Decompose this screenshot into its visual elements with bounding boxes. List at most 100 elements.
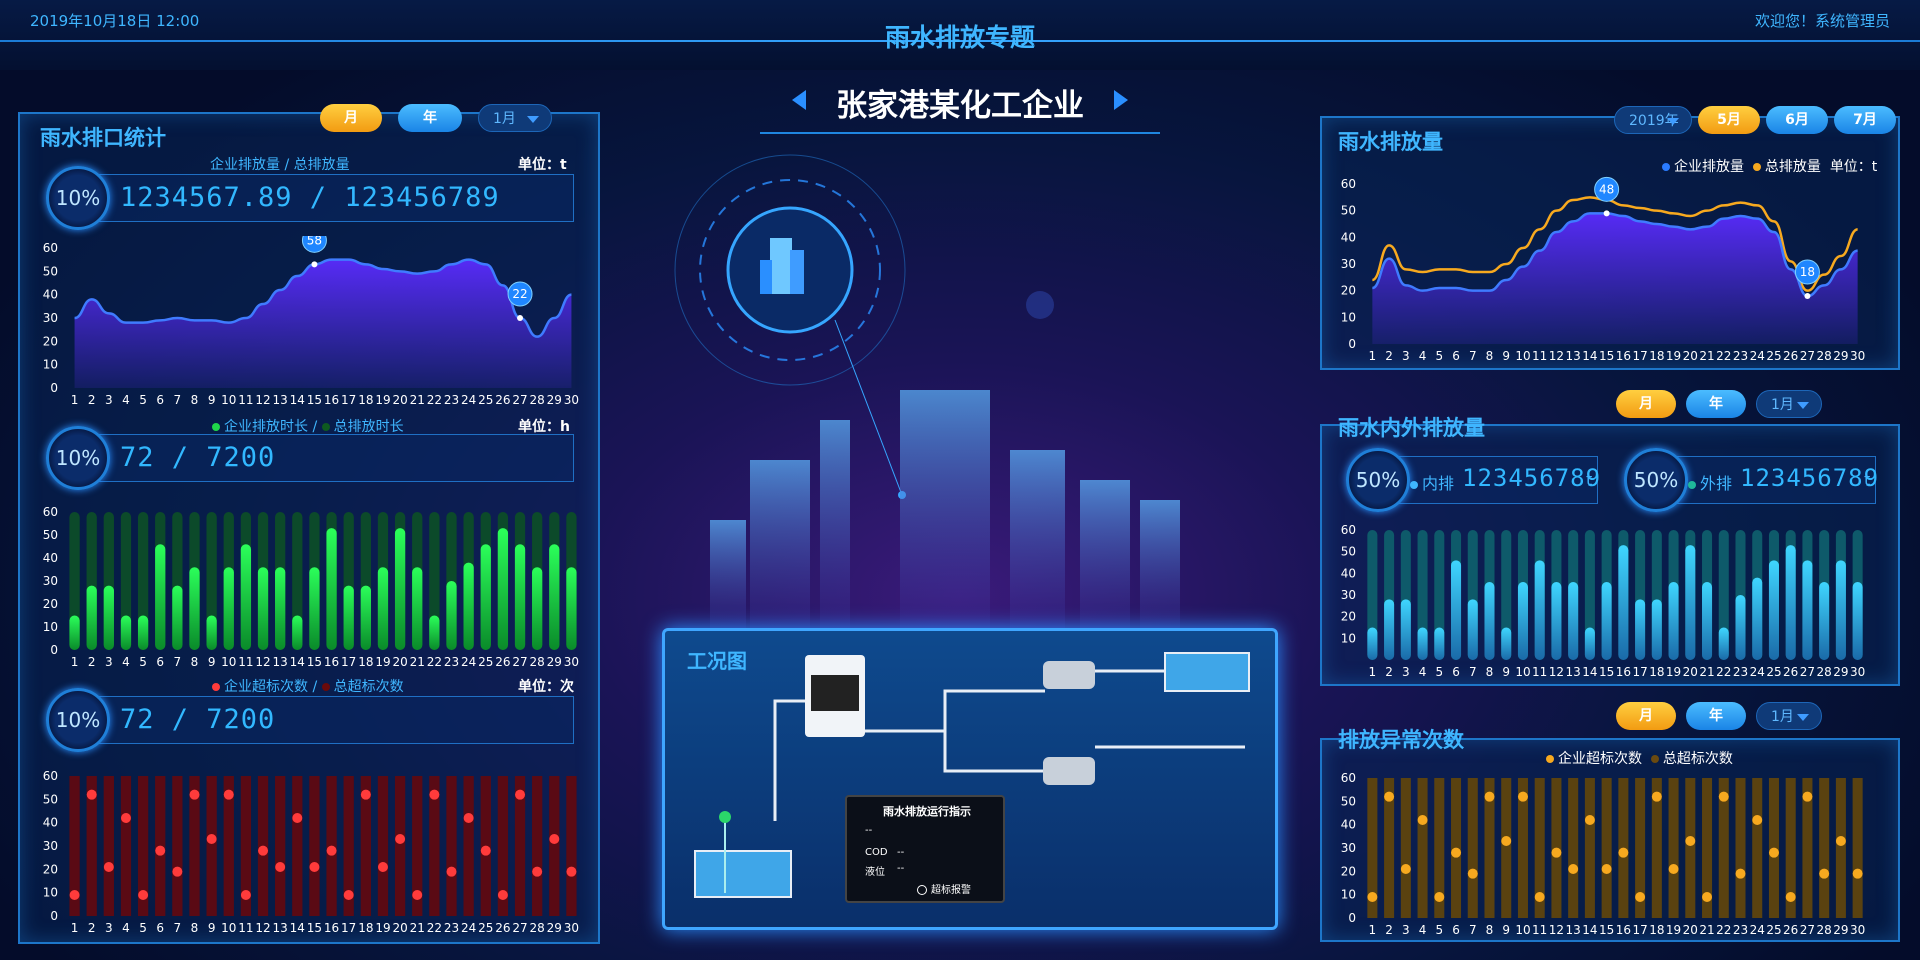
bar[interactable] (155, 544, 166, 650)
data-point[interactable] (1635, 892, 1646, 902)
data-point[interactable] (1802, 791, 1813, 802)
data-point[interactable] (1852, 868, 1863, 879)
data-point[interactable] (103, 862, 114, 872)
data-point[interactable] (206, 834, 217, 844)
data-point[interactable] (395, 834, 406, 844)
bar[interactable] (1802, 560, 1813, 660)
data-point[interactable] (1467, 868, 1478, 879)
bar[interactable] (1568, 582, 1579, 660)
data-point[interactable] (1618, 847, 1629, 858)
bar[interactable] (172, 585, 183, 650)
month-select[interactable]: 1月 (478, 104, 552, 132)
data-point[interactable] (1785, 892, 1796, 902)
bar[interactable] (1718, 627, 1729, 661)
data-point[interactable] (1718, 791, 1729, 802)
bar[interactable] (1434, 627, 1445, 661)
data-point[interactable] (69, 890, 80, 900)
data-point[interactable] (515, 789, 526, 800)
bar[interactable] (360, 585, 371, 650)
data-point[interactable] (1451, 847, 1462, 858)
data-point[interactable] (446, 866, 457, 877)
filter-year-button[interactable]: 年 (1686, 390, 1746, 418)
data-point[interactable] (189, 789, 200, 800)
data-point[interactable] (343, 890, 354, 900)
bar[interactable] (1451, 560, 1462, 660)
bar[interactable] (1517, 582, 1528, 660)
bar[interactable] (1735, 595, 1746, 660)
data-point[interactable] (1603, 210, 1610, 217)
bar[interactable] (1752, 577, 1763, 660)
month-select[interactable]: 1月 (1756, 702, 1822, 730)
bar[interactable] (1551, 582, 1562, 660)
data-point[interactable] (1568, 864, 1579, 874)
data-point[interactable] (1735, 868, 1746, 879)
bar[interactable] (1534, 560, 1545, 660)
bar[interactable] (1484, 582, 1495, 660)
data-point[interactable] (412, 890, 423, 900)
data-point[interactable] (1651, 791, 1662, 802)
data-point[interactable] (1685, 836, 1696, 846)
bar[interactable] (1852, 582, 1863, 660)
data-point[interactable] (497, 890, 508, 900)
bar[interactable] (446, 581, 457, 650)
year-select[interactable]: 2019年 (1614, 106, 1692, 134)
welcome-user[interactable]: 欢迎您！系统管理员 (1755, 10, 1890, 31)
bar[interactable] (1785, 545, 1796, 660)
bar[interactable] (480, 544, 491, 650)
data-point[interactable] (1551, 847, 1562, 858)
data-point[interactable] (311, 261, 318, 268)
bar[interactable] (1835, 560, 1846, 660)
bar[interactable] (137, 615, 149, 651)
data-point[interactable] (566, 866, 577, 877)
next-company-icon[interactable] (1114, 90, 1128, 110)
data-point[interactable] (1400, 864, 1411, 874)
data-point[interactable] (1517, 791, 1528, 802)
data-point[interactable] (138, 890, 149, 900)
data-point[interactable] (172, 866, 183, 877)
data-point[interactable] (1835, 836, 1846, 846)
data-point[interactable] (532, 866, 543, 877)
bar[interactable] (463, 562, 474, 650)
bar[interactable] (343, 585, 354, 650)
data-point[interactable] (258, 845, 269, 856)
data-point[interactable] (309, 862, 320, 872)
bar[interactable] (326, 528, 337, 650)
bar[interactable] (497, 528, 509, 650)
data-point[interactable] (223, 789, 234, 800)
filter-year-button[interactable]: 年 (1686, 702, 1746, 730)
month-select[interactable]: 1月 (1756, 390, 1822, 418)
data-point[interactable] (1819, 868, 1830, 879)
data-point[interactable] (1367, 892, 1378, 902)
bar[interactable] (206, 615, 217, 651)
bar[interactable] (223, 567, 234, 650)
bar[interactable] (120, 615, 132, 651)
data-point[interactable] (1501, 836, 1512, 846)
bar[interactable] (86, 585, 97, 650)
bar[interactable] (566, 567, 577, 650)
data-point[interactable] (1484, 791, 1495, 802)
data-point[interactable] (1417, 815, 1428, 825)
bar[interactable] (292, 615, 303, 651)
data-point[interactable] (1434, 892, 1445, 902)
data-point[interactable] (120, 813, 131, 823)
bar[interactable] (1417, 627, 1428, 661)
bar[interactable] (1384, 599, 1395, 660)
filter-month-button[interactable]: 月 (320, 104, 382, 132)
bar[interactable] (1467, 599, 1478, 660)
bar[interactable] (1768, 560, 1779, 660)
bar[interactable] (1584, 627, 1595, 661)
bar[interactable] (1501, 627, 1512, 661)
bar[interactable] (394, 528, 406, 650)
bar[interactable] (1367, 627, 1378, 661)
data-point[interactable] (1668, 864, 1679, 874)
bar[interactable] (1635, 599, 1646, 660)
data-point[interactable] (1584, 815, 1595, 825)
data-point[interactable] (86, 789, 97, 800)
bar[interactable] (1601, 582, 1612, 660)
bar[interactable] (532, 567, 543, 650)
data-point[interactable] (429, 789, 440, 800)
data-point[interactable] (326, 845, 337, 856)
month-7-button[interactable]: 7月 (1834, 106, 1896, 134)
data-point[interactable] (240, 890, 251, 900)
bar[interactable] (1668, 582, 1679, 660)
